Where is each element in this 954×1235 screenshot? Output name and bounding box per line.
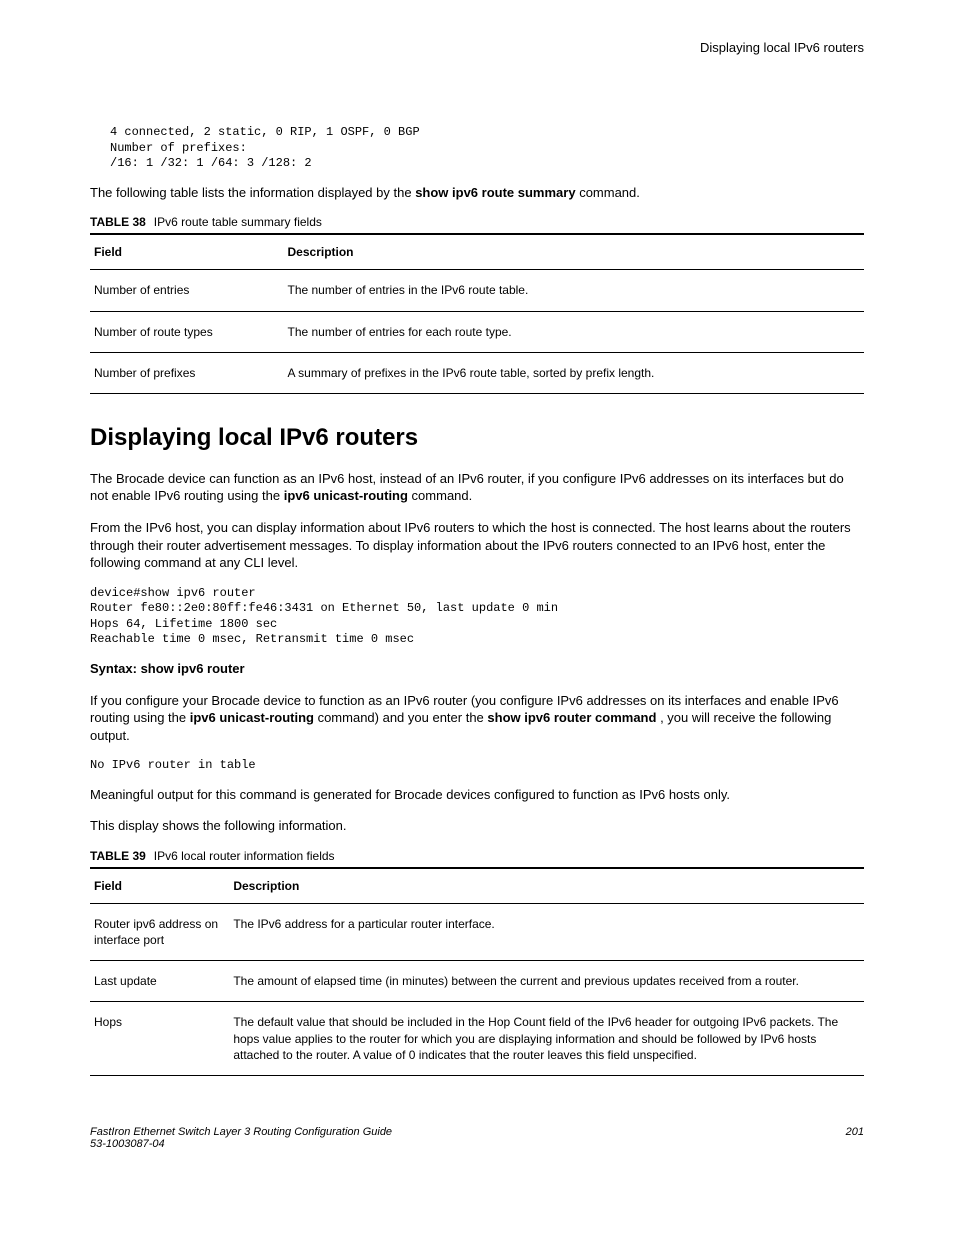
paragraph-intro-table38: The following table lists the informatio… [90, 184, 864, 202]
table-row: Router ipv6 address on interface port Th… [90, 903, 864, 960]
table39-caption: TABLE 39 IPv6 local router information fi… [90, 849, 864, 863]
page: Displaying local IPv6 routers 4 connecte… [0, 0, 954, 1180]
cell-desc: The default value that should be include… [229, 1002, 864, 1076]
table-row: Number of prefixes A summary of prefixes… [90, 352, 864, 393]
cell-desc: The number of entries in the IPv6 route … [284, 270, 865, 311]
paragraph-display-info: This display shows the following informa… [90, 817, 864, 835]
code-block-route-summary: 4 connected, 2 static, 0 RIP, 1 OSPF, 0 … [90, 125, 864, 172]
footer-doc-title: FastIron Ethernet Switch Layer 3 Routing… [90, 1126, 392, 1138]
cell-field: Hops [90, 1002, 229, 1076]
table39: Field Description Router ipv6 address on… [90, 867, 864, 1076]
paragraph-meaningful: Meaningful output for this command is ge… [90, 786, 864, 804]
footer: FastIron Ethernet Switch Layer 3 Routing… [90, 1126, 864, 1150]
text: The following table lists the informatio… [90, 185, 415, 200]
cell-field: Number of prefixes [90, 352, 284, 393]
footer-page: 201 [846, 1126, 864, 1150]
table39-head-desc: Description [229, 868, 864, 904]
paragraph-host-func: The Brocade device can function as an IP… [90, 470, 864, 505]
text: command) and you enter the [314, 710, 487, 725]
cell-field: Number of route types [90, 311, 284, 352]
cell-field: Router ipv6 address on interface port [90, 903, 229, 960]
table38-caption: TABLE 38 IPv6 route table summary fields [90, 215, 864, 229]
paragraph-router-config: If you configure your Brocade device to … [90, 692, 864, 745]
cell-desc: A summary of prefixes in the IPv6 route … [284, 352, 865, 393]
table-label: TABLE 39 [90, 849, 146, 863]
table-row: Hops The default value that should be in… [90, 1002, 864, 1076]
running-header: Displaying local IPv6 routers [90, 40, 864, 55]
section-heading: Displaying local IPv6 routers [90, 424, 864, 452]
table-label: TABLE 38 [90, 215, 146, 229]
command-name: show ipv6 router command [487, 710, 656, 725]
table-title: IPv6 local router information fields [154, 849, 335, 863]
table39-head-field: Field [90, 868, 229, 904]
table-row: Number of route types The number of entr… [90, 311, 864, 352]
paragraph-host-display: From the IPv6 host, you can display info… [90, 519, 864, 572]
cell-desc: The amount of elapsed time (in minutes) … [229, 961, 864, 1002]
table38-head-field: Field [90, 234, 284, 270]
syntax-line: Syntax: show ipv6 router [90, 660, 864, 678]
table38: Field Description Number of entries The … [90, 233, 864, 394]
table-row: Last update The amount of elapsed time (… [90, 961, 864, 1002]
cell-field: Number of entries [90, 270, 284, 311]
cell-field: Last update [90, 961, 229, 1002]
footer-left: FastIron Ethernet Switch Layer 3 Routing… [90, 1126, 392, 1150]
cell-desc: The IPv6 address for a particular router… [229, 903, 864, 960]
footer-doc-number: 53-1003087-04 [90, 1138, 392, 1150]
command-name: show ipv6 route summary [415, 185, 575, 200]
code-block-no-router: No IPv6 router in table [90, 758, 864, 774]
text: command. [408, 488, 472, 503]
syntax-text: Syntax: show ipv6 router [90, 661, 245, 676]
text: command. [576, 185, 640, 200]
cell-desc: The number of entries for each route typ… [284, 311, 865, 352]
code-block-show-router: device#show ipv6 router Router fe80::2e0… [90, 586, 864, 648]
table-row: Number of entries The number of entries … [90, 270, 864, 311]
table38-head-desc: Description [284, 234, 865, 270]
command-name: ipv6 unicast-routing [190, 710, 314, 725]
command-name: ipv6 unicast-routing [284, 488, 408, 503]
table-title: IPv6 route table summary fields [154, 215, 322, 229]
